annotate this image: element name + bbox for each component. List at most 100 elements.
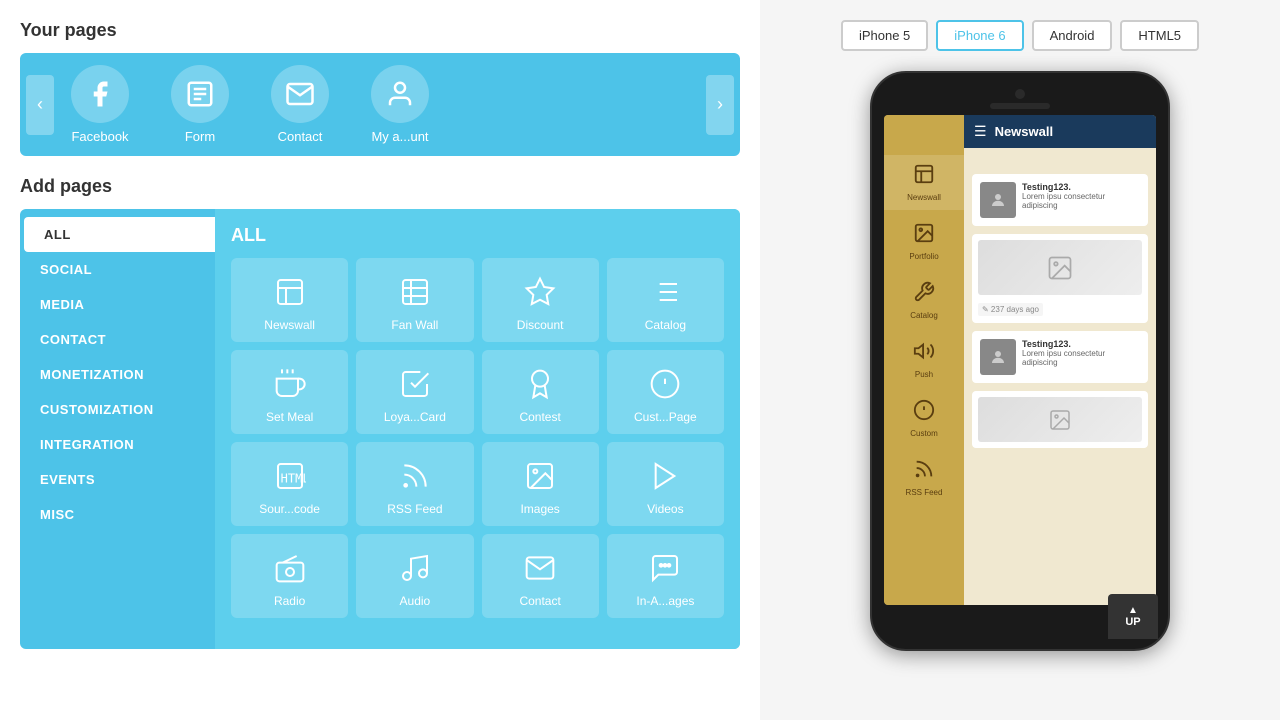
sourcecode-label: Sour...code: [259, 502, 320, 516]
grid-item-rssfeed[interactable]: RSS Feed: [356, 442, 473, 526]
device-btn-iphone5[interactable]: iPhone 5: [841, 20, 928, 51]
feed-author-1: Testing123.: [1022, 182, 1140, 192]
discount-icon: [520, 272, 560, 312]
fanwall-label: Fan Wall: [391, 318, 438, 332]
feed-author-3: Testing123.: [1022, 339, 1140, 349]
phone-camera: [1015, 89, 1025, 99]
category-social[interactable]: SOCIAL: [20, 252, 215, 287]
sidebar-custom-icon: [913, 399, 935, 427]
category-contact[interactable]: CONTACT: [20, 322, 215, 357]
category-monetization[interactable]: MONETIZATION: [20, 357, 215, 392]
loyaltycard-label: Loya...Card: [384, 410, 446, 424]
page-item-facebook-label: Facebook: [71, 129, 128, 144]
sidebar-portfolio-label: Portfolio: [909, 252, 938, 261]
grid-item-catalog[interactable]: Catalog: [607, 258, 724, 342]
sidebar-item-newswall[interactable]: Newswall: [884, 155, 964, 210]
page-item-contact-label: Contact: [278, 129, 323, 144]
grid-item-contact2[interactable]: Contact: [482, 534, 599, 618]
device-btn-iphone6[interactable]: iPhone 6: [936, 20, 1023, 51]
videos-label: Videos: [647, 502, 683, 516]
grid-item-sourcecode[interactable]: HTML Sour...code: [231, 442, 348, 526]
sidebar-catalog-icon: [913, 281, 935, 309]
up-badge[interactable]: ▲ UP: [1108, 594, 1158, 639]
add-pages-container: ALL SOCIAL MEDIA CONTACT MONETIZATION CU…: [20, 209, 740, 649]
sidebar-rss-icon: [913, 458, 935, 486]
sidebar-item-custom[interactable]: Custom: [884, 391, 964, 446]
grid-item-setmeal[interactable]: Set Meal: [231, 350, 348, 434]
page-items-list: Facebook Form: [60, 65, 700, 144]
sourcecode-icon: HTML: [270, 456, 310, 496]
grid-item-loyaltycard[interactable]: Loya...Card: [356, 350, 473, 434]
facebook-icon: [71, 65, 129, 123]
grid-item-custompage[interactable]: Cust...Page: [607, 350, 724, 434]
category-customization[interactable]: CUSTOMIZATION: [20, 392, 215, 427]
grid-item-fanwall[interactable]: Fan Wall: [356, 258, 473, 342]
form-icon: [171, 65, 229, 123]
page-item-contact[interactable]: Contact: [260, 65, 340, 144]
account-icon: [371, 65, 429, 123]
feed-image-4: [978, 397, 1142, 442]
contact-icon: [271, 65, 329, 123]
sidebar-item-catalog[interactable]: Catalog: [884, 273, 964, 328]
sidebar-push-icon: [913, 340, 935, 368]
page-item-form[interactable]: Form: [160, 65, 240, 144]
category-integration[interactable]: INTEGRATION: [20, 427, 215, 462]
feed-item-1: Testing123. Lorem ipsu consectetur adipi…: [972, 174, 1148, 226]
feed-image-2: [978, 240, 1142, 295]
audio-label: Audio: [400, 594, 431, 608]
page-item-form-label: Form: [185, 129, 215, 144]
category-all[interactable]: ALL: [24, 217, 215, 252]
phone-speaker: [990, 103, 1050, 109]
carousel-next-button[interactable]: ›: [706, 75, 734, 135]
feed-item-2: ✎ 237 days ago: [972, 234, 1148, 323]
feed-text-3: Testing123. Lorem ipsu consectetur adipi…: [1022, 339, 1140, 367]
custompage-label: Cust...Page: [634, 410, 697, 424]
page-item-facebook[interactable]: Facebook: [60, 65, 140, 144]
category-events[interactable]: EVENTS: [20, 462, 215, 497]
sidebar-rss-label: RSS Feed: [906, 488, 943, 497]
carousel-prev-button[interactable]: ‹: [26, 75, 54, 135]
page-item-myaccount[interactable]: My a...unt: [360, 65, 440, 144]
category-misc[interactable]: MISC: [20, 497, 215, 532]
left-panel: Your pages ‹ Facebook: [0, 0, 760, 720]
category-media[interactable]: MEDIA: [20, 287, 215, 322]
sidebar-item-portfolio[interactable]: Portfolio: [884, 214, 964, 269]
up-arrow-icon: ▲: [1128, 605, 1138, 616]
grid-item-radio[interactable]: Radio: [231, 534, 348, 618]
grid-item-newswall[interactable]: Newswall: [231, 258, 348, 342]
grid-item-audio[interactable]: Audio: [356, 534, 473, 618]
grid-title: ALL: [231, 225, 724, 246]
discount-label: Discount: [517, 318, 564, 332]
catalog-icon: [645, 272, 685, 312]
phone-page-name: Newswall: [995, 124, 1054, 139]
images-icon: [520, 456, 560, 496]
feed-timestamp-2: ✎ 237 days ago: [978, 303, 1043, 316]
device-btn-android[interactable]: Android: [1032, 20, 1113, 51]
grid-item-videos[interactable]: Videos: [607, 442, 724, 526]
grid-item-contest[interactable]: Contest: [482, 350, 599, 434]
sidebar-item-push[interactable]: Push: [884, 332, 964, 387]
sidebar-catalog-label: Catalog: [910, 311, 938, 320]
sidebar-custom-label: Custom: [910, 429, 938, 438]
feed-thumb-1: [980, 182, 1016, 218]
fanwall-icon: [395, 272, 435, 312]
inappages-icon: [645, 548, 685, 588]
sidebar-newswall-icon: [913, 163, 935, 191]
newswall-icon: [270, 272, 310, 312]
sidebar-item-rss[interactable]: RSS Feed: [884, 450, 964, 505]
videos-icon: [645, 456, 685, 496]
feed-thumb-3: [980, 339, 1016, 375]
feed-item-4: [972, 391, 1148, 448]
grid-item-images[interactable]: Images: [482, 442, 599, 526]
setmeal-label: Set Meal: [266, 410, 313, 424]
grid-item-discount[interactable]: Discount: [482, 258, 599, 342]
grid-item-inappages[interactable]: In-A...ages: [607, 534, 724, 618]
audio-icon: [395, 548, 435, 588]
sidebar-newswall-label: Newswall: [907, 193, 941, 202]
device-btn-html5[interactable]: HTML5: [1120, 20, 1199, 51]
custompage-icon: [645, 364, 685, 404]
rssfeed-icon: [395, 456, 435, 496]
page-item-myaccount-label: My a...unt: [371, 129, 428, 144]
phone-screen: Newswall Portfolio: [884, 115, 1156, 605]
contest-icon: [520, 364, 560, 404]
